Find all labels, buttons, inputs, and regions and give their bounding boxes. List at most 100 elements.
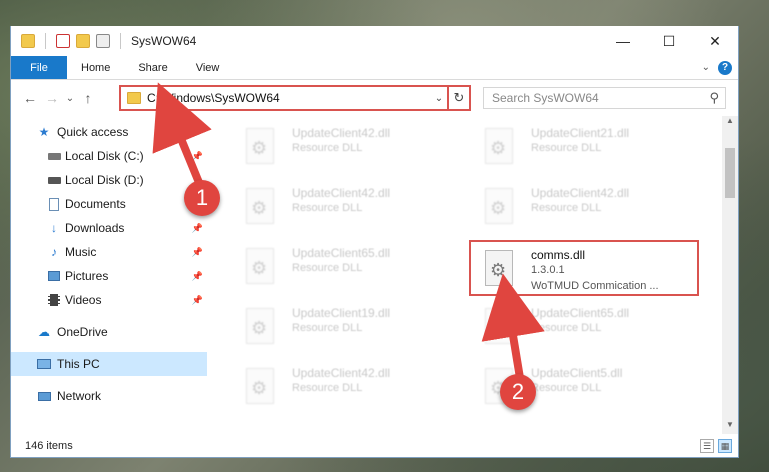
file-name: UpdateClient65.dll	[292, 246, 391, 260]
file-name: UpdateClient5.dll	[531, 366, 623, 380]
file-name: UpdateClient42.dll	[292, 186, 391, 200]
address-path[interactable]: C:\Windows\SysWOW64	[147, 91, 431, 105]
quick-access-toolbar	[11, 33, 125, 49]
file-version: 1.3.0.1	[531, 264, 565, 276]
tab-home[interactable]: Home	[67, 56, 124, 79]
address-bar[interactable]: C:\Windows\SysWOW64 ⌄ ↻	[119, 85, 471, 111]
file-name: UpdateClient21.dll	[531, 126, 630, 140]
chevron-down-icon[interactable]: ⌄	[702, 62, 710, 73]
file-tile[interactable]: ⚙ UpdateClient42.dll Resource DLL	[232, 120, 462, 176]
back-button[interactable]: ←	[19, 90, 41, 106]
downloads-icon: ↓	[51, 221, 57, 235]
dll-file-icon: ⚙	[246, 368, 282, 408]
sidebar-item-local-disk-d[interactable]: Local Disk (D:)	[11, 168, 207, 192]
title-bar: SysWOW64 — ☐ ✕	[11, 26, 738, 56]
file-tile[interactable]: ⚙ UpdateClient42.dll Resource DLL	[471, 180, 701, 236]
navigation-pane: ★ Quick access Local Disk (C:) 📌 Local D…	[11, 116, 207, 434]
search-icon: ⚲	[709, 90, 719, 105]
file-tile[interactable]: ⚙ UpdateClient21.dll Resource DLL	[471, 120, 701, 176]
sidebar-item-videos[interactable]: Videos 📌	[11, 288, 207, 312]
maximize-button[interactable]: ☐	[646, 26, 692, 56]
file-name: comms.dll	[531, 248, 586, 262]
properties-icon[interactable]	[56, 34, 70, 48]
sidebar-item-onedrive[interactable]: ☁ OneDrive	[11, 320, 207, 344]
tab-view[interactable]: View	[182, 56, 234, 79]
step-1-callout: 1	[184, 180, 220, 216]
file-type: Resource DLL	[292, 262, 363, 274]
status-bar: 146 items ☰ ▦	[11, 434, 738, 458]
tiles-view-icon[interactable]: ▦	[718, 439, 732, 453]
recent-locations-button[interactable]: ⌄	[63, 93, 77, 104]
ribbon-tabs: File Home Share View ⌄ ?	[11, 56, 738, 80]
file-type: Resource DLL	[292, 322, 363, 334]
dll-file-icon: ⚙	[246, 188, 282, 228]
music-icon: ♪	[51, 245, 57, 259]
folder-icon[interactable]	[21, 34, 35, 48]
help-icon[interactable]: ?	[718, 60, 732, 75]
pin-icon[interactable]: 📌	[192, 151, 203, 162]
sidebar-item-downloads[interactable]: ↓ Downloads 📌	[11, 216, 207, 240]
sidebar-item-local-disk-c[interactable]: Local Disk (C:) 📌	[11, 144, 207, 168]
chevron-down-icon[interactable]: ⌄	[431, 93, 447, 104]
sidebar-item-label: Documents	[65, 197, 126, 211]
file-type: Resource DLL	[292, 382, 363, 394]
sidebar-item-music[interactable]: ♪ Music 📌	[11, 240, 207, 264]
documents-icon	[47, 197, 61, 211]
file-tile[interactable]: ⚙ UpdateClient42.dll Resource DLL	[232, 360, 462, 416]
sidebar-item-label: Local Disk (D:)	[65, 173, 144, 187]
search-input[interactable]: Search SysWOW64 ⚲	[483, 87, 726, 109]
folder-icon	[127, 92, 141, 104]
new-folder-icon[interactable]	[76, 34, 90, 48]
pin-icon[interactable]: 📌	[192, 295, 203, 306]
navigation-bar: ← → ⌄ ↑ C:\Windows\SysWOW64 ⌄ ↻ Search S…	[11, 81, 738, 115]
dll-file-icon: ⚙	[485, 250, 521, 290]
file-type: Resource DLL	[531, 382, 602, 394]
file-name: UpdateClient65.dll	[531, 306, 630, 320]
dll-file-icon: ⚙	[485, 308, 521, 348]
file-tile[interactable]: ⚙ UpdateClient19.dll Resource DLL	[232, 300, 462, 356]
vertical-scrollbar[interactable]: ▲ ▼	[722, 116, 738, 434]
pin-icon[interactable]: 📌	[192, 271, 203, 282]
sidebar-item-label: Music	[65, 245, 97, 259]
sidebar-item-network[interactable]: Network	[11, 384, 207, 408]
file-name: UpdateClient42.dll	[292, 126, 391, 140]
window-controls: — ☐ ✕	[600, 26, 738, 56]
file-list: ⚙ UpdateClient42.dll Resource DLL ⚙ Upda…	[216, 116, 721, 434]
file-type: Resource DLL	[531, 322, 602, 334]
cloud-icon: ☁	[38, 325, 50, 339]
tab-file[interactable]: File	[11, 56, 67, 79]
scroll-down-icon[interactable]: ▼	[722, 420, 738, 434]
sidebar-item-label: Quick access	[57, 125, 129, 139]
pin-icon[interactable]: 📌	[192, 223, 203, 234]
sidebar-item-pictures[interactable]: Pictures 📌	[11, 264, 207, 288]
customize-toolbar-icon[interactable]	[96, 34, 110, 48]
details-view-icon[interactable]: ☰	[700, 439, 714, 453]
sidebar-item-quick-access[interactable]: ★ Quick access	[11, 120, 207, 144]
file-type: Resource DLL	[531, 142, 602, 154]
tab-share[interactable]: Share	[124, 56, 181, 79]
scroll-thumb[interactable]	[725, 148, 735, 198]
pin-icon[interactable]: 📌	[192, 247, 203, 258]
file-tile-comms-dll[interactable]: ⚙ comms.dll 1.3.0.1 WoTMUD Commication .…	[469, 240, 699, 296]
close-button[interactable]: ✕	[692, 26, 738, 56]
file-tile[interactable]: ⚙ UpdateClient42.dll Resource DLL	[232, 180, 462, 236]
sidebar-item-this-pc[interactable]: This PC	[11, 352, 207, 376]
sidebar-item-label: This PC	[57, 357, 100, 371]
refresh-button[interactable]: ↻	[447, 87, 469, 109]
file-tile[interactable]: ⚙ UpdateClient65.dll Resource DLL	[471, 300, 701, 356]
sidebar-item-label: Downloads	[65, 221, 125, 235]
up-button[interactable]: ↑	[77, 90, 99, 106]
explorer-window: SysWOW64 — ☐ ✕ File Home Share View ⌄ ? …	[10, 26, 739, 458]
minimize-button[interactable]: —	[600, 26, 646, 56]
sidebar-item-documents[interactable]: Documents 📌	[11, 192, 207, 216]
file-type: Resource DLL	[292, 142, 363, 154]
file-tile[interactable]: ⚙ UpdateClient65.dll Resource DLL	[232, 240, 462, 296]
search-placeholder: Search SysWOW64	[492, 91, 599, 105]
forward-button[interactable]: →	[41, 90, 63, 106]
ribbon-right: ⌄ ?	[702, 56, 738, 79]
star-icon: ★	[38, 125, 50, 139]
dll-file-icon: ⚙	[246, 308, 282, 348]
step-2-callout: 2	[500, 374, 536, 410]
scroll-up-icon[interactable]: ▲	[722, 116, 738, 130]
item-count: 146 items	[25, 440, 73, 452]
